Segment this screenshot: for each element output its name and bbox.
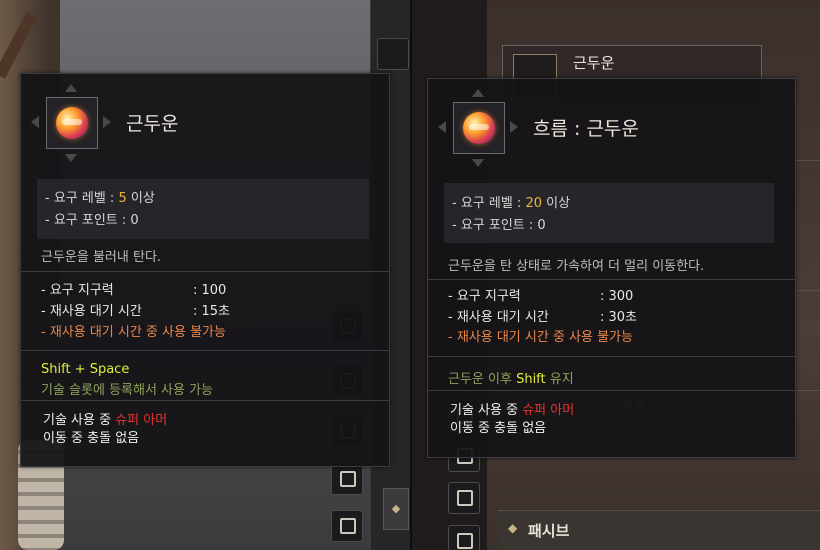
skill-icon-frame <box>438 89 518 167</box>
status-maintain-info: 근두운 이후 Shift 유지 <box>448 372 574 387</box>
requirement-box: - 요구 레벨 : 5 이상 - 요구 포인트 : 0 <box>37 179 369 239</box>
skill-title: 근두운 <box>126 113 179 135</box>
skill-slot-locked[interactable] <box>331 463 363 495</box>
skill-list-title: 근두운 <box>573 54 615 72</box>
lock-icon <box>340 518 356 534</box>
diamond-icon[interactable]: ◆ <box>383 488 409 530</box>
skill-icon-frame <box>31 84 111 162</box>
key-note: 기술 슬롯에 등록해서 사용 가능 <box>41 383 214 398</box>
skill-slot[interactable] <box>377 38 409 70</box>
skill-title: 흐름 : 근두운 <box>533 118 639 140</box>
required-level: - 요구 레벨 : 20 이상 <box>452 196 571 211</box>
skill-tooltip: 근두운 - 요구 레벨 : 5 이상 - 요구 포인트 : 0 근두운을 불러내… <box>20 73 390 467</box>
required-level: - 요구 레벨 : 5 이상 <box>45 191 155 206</box>
cooldown-warning: - 재사용 대기 시간 중 사용 불가능 <box>41 325 226 340</box>
lock-icon <box>457 533 473 549</box>
stamina-requirement: - 요구 지구력: 100 <box>41 283 227 298</box>
collision-info: 이동 중 충돌 없음 <box>43 431 140 446</box>
super-armor-info: 기술 사용 중 슈퍼 아머 <box>43 413 168 428</box>
key-command: Shift + Space <box>41 362 130 377</box>
passive-section-header[interactable]: ◆ 패시브 <box>498 510 820 550</box>
left-skill-panel: ◆ 근두운 - 요구 레벨 : 5 이상 - 요구 포인트 : 0 근두운을 불… <box>0 0 410 550</box>
skill-slot-locked[interactable] <box>448 482 480 514</box>
skill-description: 근두운을 탄 상태로 가속하여 더 멀리 이동한다. <box>448 259 705 274</box>
cooldown: - 재사용 대기 시간: 30초 <box>448 310 638 325</box>
required-points: - 요구 포인트 : 0 <box>45 213 139 228</box>
collision-info: 이동 중 충돌 없음 <box>450 421 547 436</box>
lock-icon <box>340 471 356 487</box>
lock-icon <box>457 490 473 506</box>
requirement-box: - 요구 레벨 : 20 이상 - 요구 포인트 : 0 <box>444 183 774 243</box>
diamond-icon: ◆ <box>508 521 518 535</box>
skill-tooltip: 흐름 : 근두운 - 요구 레벨 : 20 이상 - 요구 포인트 : 0 근두… <box>427 78 796 458</box>
skill-slot-locked[interactable] <box>448 525 480 550</box>
skill-description: 근두운을 불러내 탄다. <box>41 250 162 265</box>
required-points: - 요구 포인트 : 0 <box>452 218 546 233</box>
skill-slot-locked[interactable] <box>331 510 363 542</box>
skill-cloud-icon <box>56 107 88 139</box>
cooldown-warning: - 재사용 대기 시간 중 사용 불가능 <box>448 330 633 345</box>
super-armor-info: 기술 사용 중 슈퍼 아머 <box>450 403 575 418</box>
cooldown: - 재사용 대기 시간: 15초 <box>41 304 231 319</box>
stamina-requirement: - 요구 지구력: 300 <box>448 289 634 304</box>
passive-label: 패시브 <box>528 522 570 540</box>
skill-cloud-icon <box>463 112 495 144</box>
